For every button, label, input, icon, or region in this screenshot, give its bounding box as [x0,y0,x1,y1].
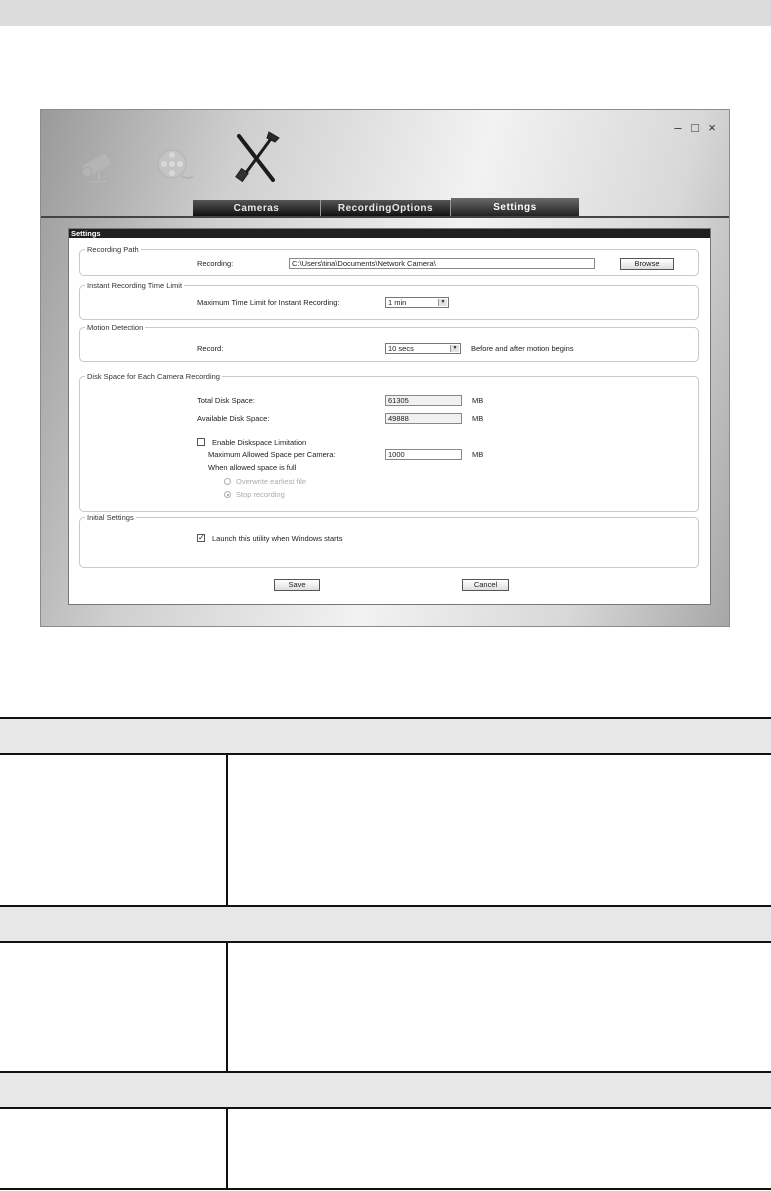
tab-underline [41,216,729,218]
group-label: Recording Path [85,245,141,254]
available-disk-field: 49888 [385,413,462,424]
total-disk-field: 61305 [385,395,462,406]
table-label-cell [0,755,228,905]
stop-recording-radio[interactable] [224,491,231,498]
tab-bar: Cameras RecordingOptions Settings [193,198,579,216]
max-space-label: Maximum Allowed Space per Camera: [208,450,336,459]
maximize-icon[interactable]: □ [690,121,700,134]
table-section-header [0,905,771,943]
check-icon: ✓ [198,533,205,542]
max-space-input[interactable]: 1000 [385,449,462,460]
recording-path-input[interactable]: C:\Users\tina\Documents\Network Camera\ [289,258,595,269]
settings-panel: Settings Recording Path Recording: C:\Us… [68,228,711,605]
time-limit-select[interactable]: 1 min ▼ [385,297,449,308]
close-icon[interactable]: × [707,121,717,134]
window-controls: – □ × [673,121,717,134]
camera-icon[interactable] [75,142,121,186]
save-button[interactable]: Save [274,579,320,591]
tab-settings[interactable]: Settings [451,198,579,216]
motion-suffix-label: Before and after motion begins [471,344,574,353]
group-label: Disk Space for Each Camera Recording [85,372,222,381]
overwrite-radio[interactable] [224,478,231,485]
film-reel-icon[interactable] [153,146,195,186]
enable-limit-label: Enable Diskspace Limitation [212,438,307,447]
table-section-header [0,1071,771,1109]
available-disk-label: Available Disk Space: [197,414,270,423]
stop-recording-label: Stop recording [236,490,285,499]
app-window: – □ × Cameras RecordingOptions Settings … [40,109,730,627]
minimize-icon[interactable]: – [673,121,683,134]
launch-label: Launch this utility when Windows starts [212,534,343,543]
record-label: Record: [197,344,224,353]
total-disk-label: Total Disk Space: [197,396,255,405]
motion-detection-group: Motion Detection Record: 10 secs ▼ Befor… [79,323,699,362]
browse-button[interactable]: Browse [620,258,674,270]
table-label-cell [0,943,228,1071]
group-label: Initial Settings [85,513,136,522]
recording-path-group: Recording Path Recording: C:\Users\tina\… [79,245,699,276]
panel-title: Settings [69,229,710,238]
time-limit-value: 1 min [388,298,407,307]
dropdown-arrow-icon[interactable]: ▼ [450,345,459,352]
recording-label: Recording: [197,259,234,268]
space-full-label: When allowed space is full [208,463,297,472]
tools-icon[interactable] [233,130,283,186]
disk-space-group: Disk Space for Each Camera Recording Tot… [79,372,699,512]
launch-checkbox[interactable]: ✓ [197,534,205,542]
max-time-label: Maximum Time Limit for Instant Recording… [197,298,340,307]
cancel-button[interactable]: Cancel [462,579,509,591]
unit-label: MB [472,414,484,423]
initial-settings-group: Initial Settings ✓ Launch this utility w… [79,513,699,568]
enable-limit-checkbox[interactable] [197,438,205,446]
tab-cameras[interactable]: Cameras [193,200,321,216]
overwrite-label: Overwrite earliest file [236,477,307,486]
table-label-cell [0,1109,228,1189]
page-header-band [0,0,771,26]
table-bottom-rule [0,1188,771,1190]
dropdown-arrow-icon[interactable]: ▼ [438,299,447,306]
unit-label: MB [472,450,484,459]
table-section-header [0,717,771,755]
group-label: Motion Detection [85,323,146,332]
motion-record-select[interactable]: 10 secs ▼ [385,343,461,354]
instant-recording-group: Instant Recording Time Limit Maximum Tim… [79,281,699,320]
motion-record-value: 10 secs [388,344,414,353]
group-label: Instant Recording Time Limit [85,281,185,290]
unit-label: MB [472,396,484,405]
tab-recording-options[interactable]: RecordingOptions [321,200,451,216]
